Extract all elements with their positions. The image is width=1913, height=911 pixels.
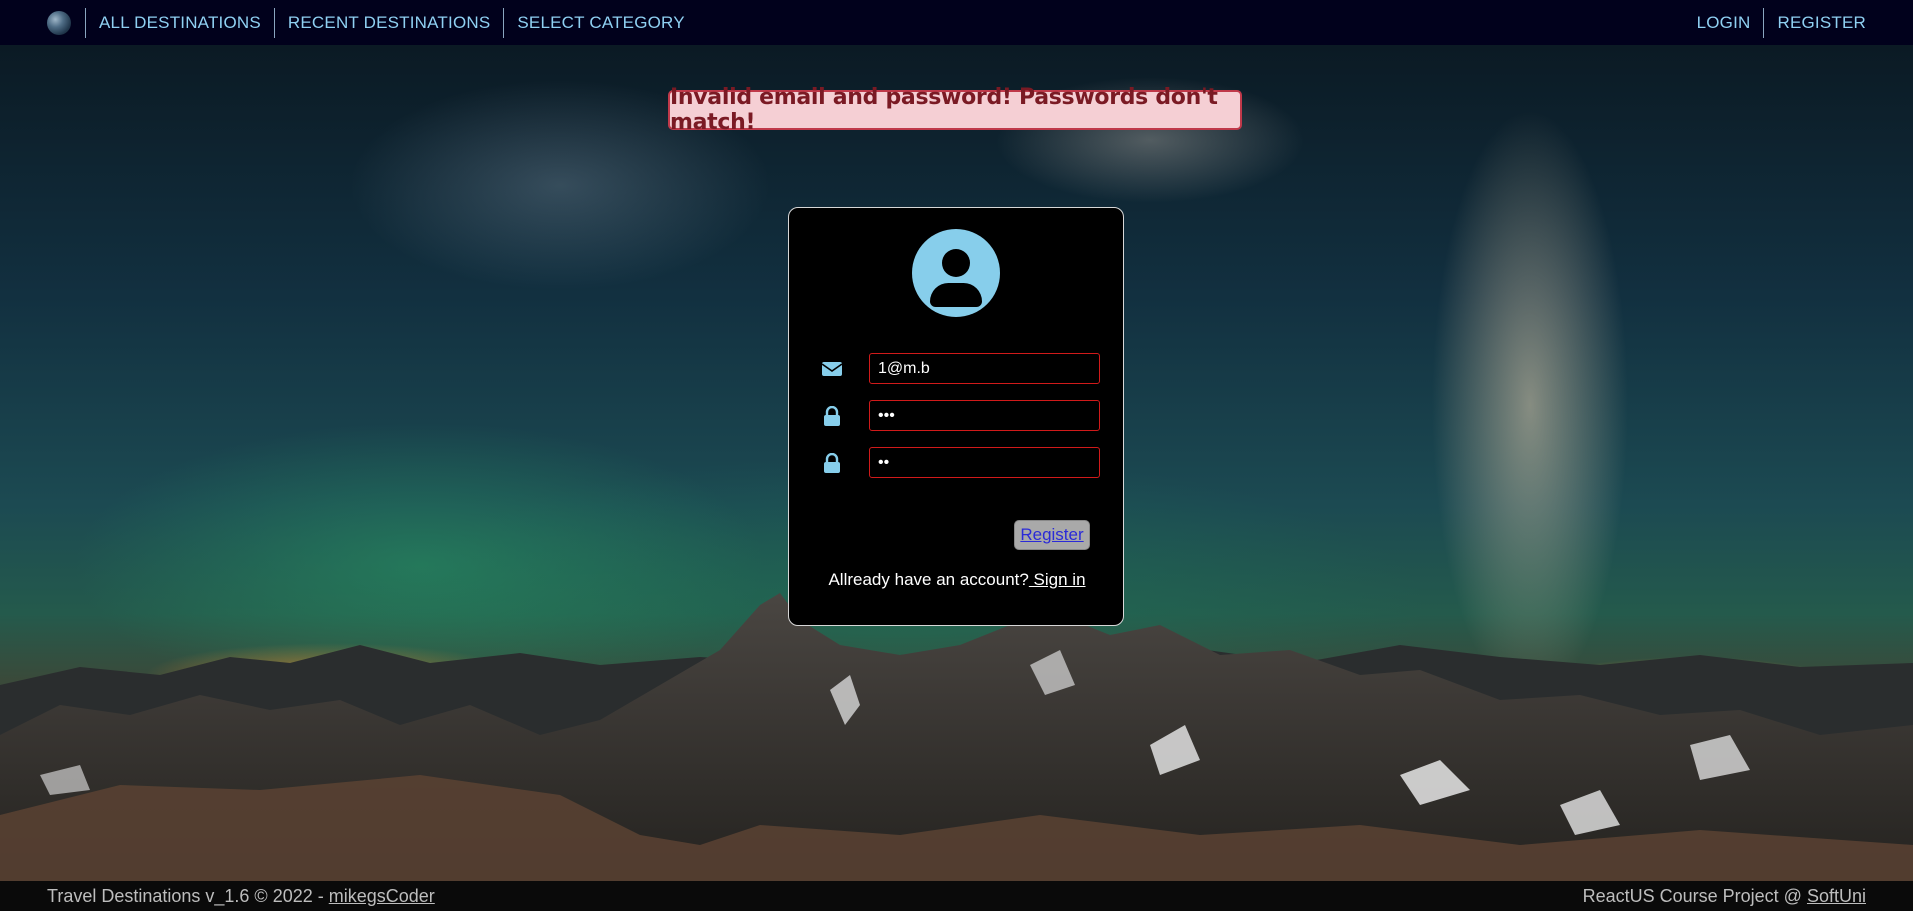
top-navbar: ALL DESTINATIONS RECENT DESTINATIONS SEL… [0, 0, 1913, 45]
nav-register[interactable]: REGISTER [1764, 13, 1866, 33]
user-avatar-icon [912, 229, 1000, 317]
footer-project-text: ReactUS Course Project @ [1582, 885, 1807, 906]
footer-right: ReactUS Course Project @ SoftUni [1583, 886, 1866, 907]
repeat-password-field[interactable] [869, 447, 1100, 478]
register-form: Register Allready have an account? Sign … [788, 207, 1124, 626]
footer-softuni-link[interactable]: SoftUni [1807, 886, 1866, 906]
lock-icon [824, 406, 840, 426]
nav-select-category[interactable]: SELECT CATEGORY [504, 13, 697, 33]
nav-right-group: LOGIN REGISTER [1684, 0, 1913, 45]
repeat-password-row [789, 447, 1125, 479]
error-alert: Invalid email and password! Passwords do… [668, 85, 1242, 135]
globe-icon[interactable] [47, 10, 71, 35]
nav-all-destinations[interactable]: ALL DESTINATIONS [86, 13, 274, 33]
password-field[interactable] [869, 400, 1100, 431]
page-footer: Travel Destinations v_1.6 © 2022 - mikeg… [0, 881, 1913, 911]
nav-recent-destinations[interactable]: RECENT DESTINATIONS [275, 13, 503, 33]
footer-author-link[interactable]: mikegsCoder [329, 886, 435, 906]
signin-prompt-text: Allready have an account? [828, 570, 1029, 589]
footer-left: Travel Destinations v_1.6 © 2022 - mikeg… [47, 886, 435, 907]
lock-icon [824, 453, 840, 473]
nav-left-group: ALL DESTINATIONS RECENT DESTINATIONS SEL… [0, 0, 698, 45]
email-row [789, 353, 1125, 385]
email-field[interactable] [869, 353, 1100, 384]
signin-link[interactable]: Sign in [1029, 570, 1086, 589]
register-button[interactable]: Register [1014, 520, 1090, 550]
footer-copyright-text: Travel Destinations v_1.6 © 2022 - [47, 885, 329, 906]
signin-prompt: Allready have an account? Sign in [789, 570, 1125, 590]
envelope-icon [821, 362, 843, 376]
avatar-body [930, 283, 982, 307]
avatar-head [942, 249, 970, 277]
nav-login[interactable]: LOGIN [1684, 13, 1764, 33]
password-row [789, 400, 1125, 432]
